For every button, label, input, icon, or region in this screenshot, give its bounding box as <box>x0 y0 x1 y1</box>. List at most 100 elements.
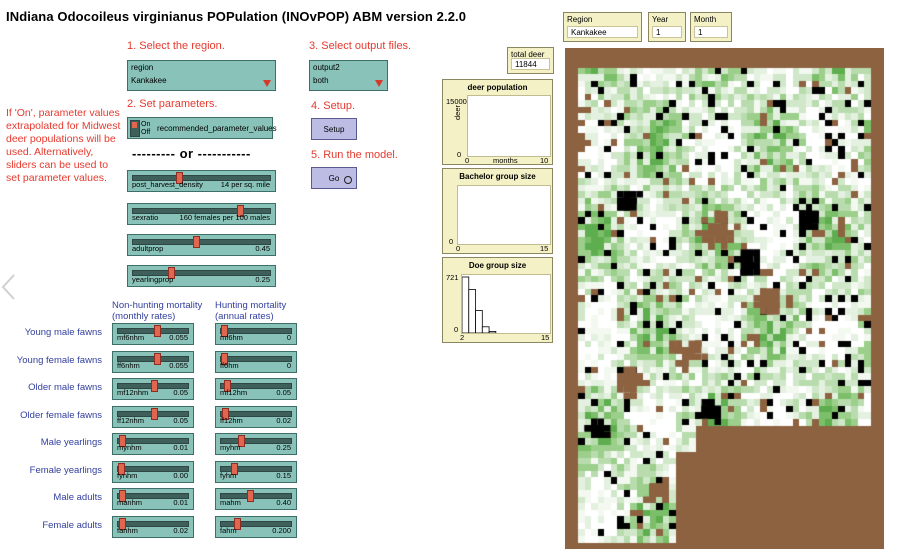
year-monitor: Year 1 <box>648 12 686 42</box>
page-title: INdiana Odocoileus virginianus POPulatio… <box>6 9 467 24</box>
mortality-row-label: Male yearlings <box>40 437 102 448</box>
mf12nhm-slider[interactable]: mf12nhm 0.05 <box>112 378 194 400</box>
yearlingprop-slider[interactable]: yearlingprop 0.25 <box>127 265 276 287</box>
doe-plot-area <box>461 274 551 334</box>
bachelor-xmax: 15 <box>540 244 549 253</box>
slider-label: mahm <box>220 498 241 507</box>
adultprop-slider[interactable]: adultprop 0.45 <box>127 234 276 256</box>
landscape-map[interactable] <box>565 48 884 549</box>
switch-toggle[interactable] <box>130 120 140 137</box>
slider-value: 0.05 <box>276 388 291 397</box>
month-monitor-label: Month <box>694 15 717 24</box>
slider-knob[interactable] <box>247 490 255 502</box>
ff6hm-slider[interactable]: ff6hm 0 <box>215 350 297 373</box>
year-monitor-value: 1 <box>652 26 682 38</box>
slider-value: 0.05 <box>173 415 188 425</box>
mortality-row-label: Female adults <box>42 519 102 531</box>
slider-label: post_harvest_density <box>132 180 203 189</box>
slider-value: 0.25 <box>255 275 270 284</box>
doe-plot: Doe group size 721 0 2 15 <box>442 257 553 343</box>
deer-population-plot: deer population 15000 0 deer 0 months 10 <box>442 79 553 165</box>
bachelor-xmin: 0 <box>456 244 461 253</box>
step-set-parameters: 2. Set parameters. <box>127 98 218 110</box>
doe-xmax: 15 <box>541 333 550 342</box>
deer-population-xlabel: months <box>493 156 518 165</box>
hunting-header: Hunting mortality (annual rates) <box>215 300 287 322</box>
slider-label: ff12hm <box>220 415 243 425</box>
region-monitor: Region Kankakee <box>563 12 642 42</box>
slider-value: 0.15 <box>276 470 291 480</box>
mortality-row-label: Older female fawns <box>20 409 102 421</box>
recommended-parameter-switch[interactable]: On Off recommended_parameter_values <box>127 117 277 139</box>
mf12hm-slider[interactable]: mf12hm 0.05 <box>215 378 297 400</box>
mf6hm-slider[interactable]: mf6hm 0 <box>215 323 297 345</box>
slider-label: fyhm <box>220 470 237 480</box>
fahm-slider[interactable]: fahm 0.200 <box>215 515 297 538</box>
slider-label: fanhm <box>117 525 138 535</box>
slider-value: 0.01 <box>173 498 188 507</box>
parameter-note: If 'On', parameter values extrapolated f… <box>6 107 121 184</box>
bachelor-ymin: 0 <box>449 237 454 246</box>
doe-xmin: 2 <box>460 333 465 342</box>
slider-label: mf12hm <box>220 388 248 397</box>
deer-population-plot-area <box>467 95 551 157</box>
slider-label: fynhm <box>117 470 138 480</box>
setup-button[interactable]: Setup <box>311 118 357 140</box>
ff12nhm-slider[interactable]: ff12nhm 0.05 <box>112 405 194 428</box>
mortality-row-label: Young male fawns <box>24 327 102 338</box>
step-run: 5. Run the model. <box>311 149 398 161</box>
slider-label: ff6hm <box>220 360 239 370</box>
slider-value: 0.05 <box>173 388 188 397</box>
fynhm-slider[interactable]: fynhm 0.00 <box>112 460 194 483</box>
slider-label: mynhm <box>117 443 142 452</box>
output-chooser[interactable]: output2 both <box>309 60 388 91</box>
slider-knob[interactable] <box>192 236 200 248</box>
bachelor-plot-area <box>457 185 551 245</box>
deer-population-ylabel: deer <box>453 104 462 120</box>
slider-label: fahm <box>220 525 237 535</box>
bachelor-plot: Bachelor group size 0 0 15 <box>442 168 553 254</box>
region-chooser[interactable]: region Kankakee <box>127 60 276 91</box>
mynhm-slider[interactable]: mynhm 0.01 <box>112 433 194 455</box>
myhm-slider[interactable]: myhm 0.25 <box>215 433 297 455</box>
mortality-row-label: Male adults <box>53 492 102 503</box>
bachelor-title: Bachelor group size <box>459 172 536 181</box>
slider-knob[interactable] <box>154 352 162 365</box>
mf6nhm-slider[interactable]: mf6nhm 0.055 <box>112 323 194 345</box>
slider-label: ff6nhm <box>117 360 140 370</box>
slider-label: manhm <box>117 498 143 507</box>
ff12hm-slider[interactable]: ff12hm 0.02 <box>215 405 297 428</box>
output-chooser-label: output2 <box>313 63 340 72</box>
mortality-row-label: Older male fawns <box>28 382 102 393</box>
sexratio-slider[interactable]: sexratio 160 females per 100 males <box>127 203 276 225</box>
world-view[interactable] <box>565 48 884 549</box>
mahm-slider[interactable]: mahm 0.40 <box>215 488 297 510</box>
slider-value: 0.00 <box>173 470 188 480</box>
step-select-output: 3. Select output files. <box>309 40 412 52</box>
region-chooser-label: region <box>131 63 154 72</box>
or-divider: --------- or ----------- <box>132 146 251 161</box>
go-button[interactable]: Go <box>311 167 357 189</box>
deer-population-title: deer population <box>467 83 528 92</box>
doe-ymin: 0 <box>454 325 459 334</box>
slider-knob[interactable] <box>151 380 158 392</box>
region-monitor-value: Kankakee <box>567 26 638 38</box>
doe-ymax: 721 <box>446 273 459 282</box>
post-harvest-density-slider[interactable]: post_harvest_density 14 per sq. mile <box>127 170 276 192</box>
slider-knob[interactable] <box>151 407 158 420</box>
fanhm-slider[interactable]: fanhm 0.02 <box>112 515 194 538</box>
nonhunting-header: Non-hunting mortality (monthly rates) <box>112 300 203 322</box>
slider-value: 0.40 <box>276 498 291 507</box>
slider-label: mf6nhm <box>117 333 145 342</box>
chevron-left-icon[interactable] <box>0 272 18 302</box>
fyhm-slider[interactable]: fyhm 0.15 <box>215 460 297 483</box>
manhm-slider[interactable]: manhm 0.01 <box>112 488 194 510</box>
doe-bar <box>475 310 483 334</box>
deer-population-xmax: 10 <box>540 156 549 165</box>
region-monitor-label: Region <box>567 15 593 24</box>
switch-on-label: On <box>141 121 151 128</box>
slider-knob[interactable] <box>154 325 162 337</box>
ff6nhm-slider[interactable]: ff6nhm 0.055 <box>112 350 194 373</box>
mortality-row-label: Female yearlings <box>29 464 102 476</box>
slider-value: 0 <box>286 333 291 342</box>
